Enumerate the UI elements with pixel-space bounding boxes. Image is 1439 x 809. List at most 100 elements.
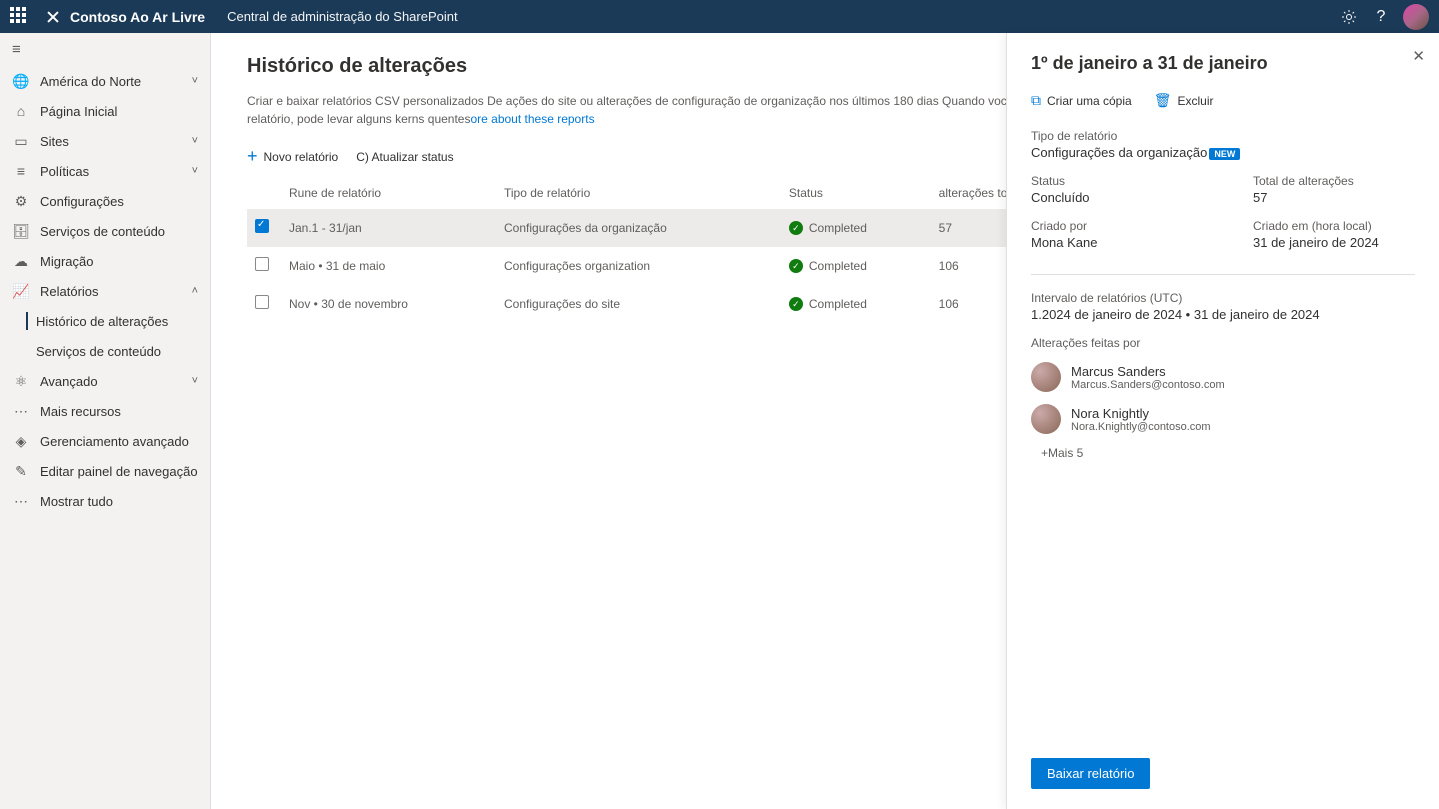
nav-item[interactable]: ⚛ Avançado ˅: [0, 366, 210, 396]
nav-item[interactable]: 📈 Relatórios ˄: [0, 276, 210, 306]
nav-icon: ✎: [12, 462, 30, 480]
nav-item[interactable]: ✎ Editar painel de navegação: [0, 456, 210, 486]
nav-icon: ⚛: [12, 372, 30, 390]
check-icon: ✓: [789, 259, 803, 273]
nav-toggle-icon[interactable]: ≡: [0, 33, 210, 66]
nav-label: Histórico de alterações: [36, 314, 168, 329]
check-icon: ✓: [789, 221, 803, 235]
trash-icon: 🗑: [1154, 92, 1172, 109]
nav-label: Serviços de conteúdo: [40, 224, 165, 239]
cell-status: ✓Completed: [781, 247, 931, 285]
person-item: Nora KnightlyNora.Knightly@contoso.com: [1031, 404, 1415, 434]
nav-label: Gerenciamento avançado: [40, 434, 189, 449]
nav-label: Relatórios: [40, 284, 99, 299]
copy-button[interactable]: ⧉Criar uma cópia: [1031, 92, 1132, 109]
new-badge: NEW: [1209, 148, 1240, 160]
nav-label: Configurações: [40, 194, 124, 209]
nav-icon: 🌐: [12, 72, 30, 90]
nav-item[interactable]: ◈ Gerenciamento avançado: [0, 426, 210, 456]
nav-label: América do Norte: [40, 74, 141, 89]
nav-item[interactable]: ⌂ Página Inicial: [0, 96, 210, 126]
nav-icon: ◈: [12, 432, 30, 450]
nav-label: Página Inicial: [40, 104, 117, 119]
panel-title: 1º de janeiro a 31 de janeiro: [1031, 53, 1415, 74]
brand-icon: [44, 8, 62, 26]
nav-label: Políticas: [40, 164, 89, 179]
delete-button[interactable]: 🗑Excluir: [1154, 92, 1214, 109]
cell-type: Configurações organization: [496, 247, 781, 285]
nav-icon: ⋯: [12, 402, 30, 420]
row-checkbox[interactable]: [255, 257, 269, 271]
header-bar: Contoso Ao Ar Livre Central de administr…: [0, 0, 1439, 33]
label-range: Intervalo de relatórios (UTC): [1031, 291, 1415, 305]
nav-label: Serviços de conteúdo: [36, 344, 161, 359]
new-report-button[interactable]: +Novo relatório: [247, 146, 338, 167]
person-name: Marcus Sanders: [1071, 364, 1225, 379]
nav-icon: ▭: [12, 132, 30, 150]
more-people-link[interactable]: +Mais 5: [1041, 446, 1415, 460]
learn-more-link[interactable]: ore about these reports: [470, 112, 594, 126]
user-avatar[interactable]: [1403, 4, 1429, 30]
value-range: 1.2024 de janeiro de 2024 • 31 de janeir…: [1031, 307, 1415, 322]
col-type[interactable]: Tipo de relatório: [496, 177, 781, 209]
person-item: Marcus SandersMarcus.Sanders@contoso.com: [1031, 362, 1415, 392]
cell-type: Configurações do site: [496, 285, 781, 323]
cell-status: ✓Completed: [781, 209, 931, 247]
value-report-type: Configurações da organizaçãoNEW: [1031, 145, 1415, 160]
person-avatar: [1031, 362, 1061, 392]
nav-icon: 🗄: [12, 222, 30, 240]
nav-label: Migração: [40, 254, 93, 269]
download-report-button[interactable]: Baixar relatório: [1031, 758, 1150, 789]
nav-icon: ≡: [12, 162, 30, 180]
person-avatar: [1031, 404, 1061, 434]
nav-item[interactable]: 🌐América do Norte˅: [0, 66, 210, 96]
nav-item[interactable]: ☁ Migração: [0, 246, 210, 276]
value-created-on: 31 de janeiro de 2024: [1253, 235, 1415, 250]
value-status: Concluído: [1031, 190, 1193, 205]
details-panel: ✕ 1º de janeiro a 31 de janeiro ⧉Criar u…: [1006, 33, 1439, 809]
close-icon[interactable]: ✕: [1412, 47, 1425, 65]
value-created-by: Mona Kane: [1031, 235, 1193, 250]
nav-icon: ⌂: [12, 102, 30, 120]
person-email: Marcus.Sanders@contoso.com: [1071, 379, 1225, 391]
label-status: Status: [1031, 174, 1193, 188]
nav-item[interactable]: ⋯ Mostrar tudo: [0, 486, 210, 516]
nav-item[interactable]: ▭Sites˅: [0, 126, 210, 156]
nav-item[interactable]: Histórico de alterações: [0, 306, 210, 336]
copy-icon: ⧉: [1031, 92, 1041, 109]
nav-label: Avançado: [40, 374, 98, 389]
row-checkbox[interactable]: [255, 295, 269, 309]
nav-icon: ☁: [12, 252, 30, 270]
chevron-icon: ˅: [192, 165, 198, 177]
refresh-button[interactable]: C) Atualizar status: [356, 150, 453, 164]
row-checkbox[interactable]: [255, 219, 269, 233]
label-changes-by: Alterações feitas por: [1031, 336, 1415, 350]
cell-name: Jan.1 - 31/jan: [281, 209, 496, 247]
nav-item[interactable]: ⋯ Mais recursos: [0, 396, 210, 426]
app-launcher-icon[interactable]: [10, 7, 30, 27]
nav-item[interactable]: ≡ Políticas ˅: [0, 156, 210, 186]
chevron-icon: ˅: [192, 375, 198, 387]
col-status[interactable]: Status: [781, 177, 931, 209]
nav-label: Mostrar tudo: [40, 494, 113, 509]
nav-icon: 📈: [12, 282, 30, 300]
cell-name: Maio • 31 de maio: [281, 247, 496, 285]
chevron-icon: ˅: [192, 135, 198, 147]
nav-icon: ⋯: [12, 492, 30, 510]
person-name: Nora Knightly: [1071, 406, 1211, 421]
cell-name: Nov • 30 de novembro: [281, 285, 496, 323]
nav-item[interactable]: 🗄 Serviços de conteúdo: [0, 216, 210, 246]
help-icon[interactable]: ?: [1365, 1, 1397, 33]
settings-icon[interactable]: [1333, 1, 1365, 33]
nav-icon: ⚙: [12, 192, 30, 210]
nav-item[interactable]: Serviços de conteúdo: [0, 336, 210, 366]
cell-status: ✓Completed: [781, 285, 931, 323]
nav-item[interactable]: ⚙ Configurações: [0, 186, 210, 216]
brand-name: Contoso Ao Ar Livre: [70, 9, 205, 25]
chevron-icon: ˄: [192, 285, 198, 297]
nav-label: Editar painel de navegação: [40, 464, 198, 479]
col-name[interactable]: Rune de relatório: [281, 177, 496, 209]
nav-label: Mais recursos: [40, 404, 121, 419]
person-email: Nora.Knightly@contoso.com: [1071, 421, 1211, 433]
label-created-on: Criado em (hora local): [1253, 219, 1415, 233]
